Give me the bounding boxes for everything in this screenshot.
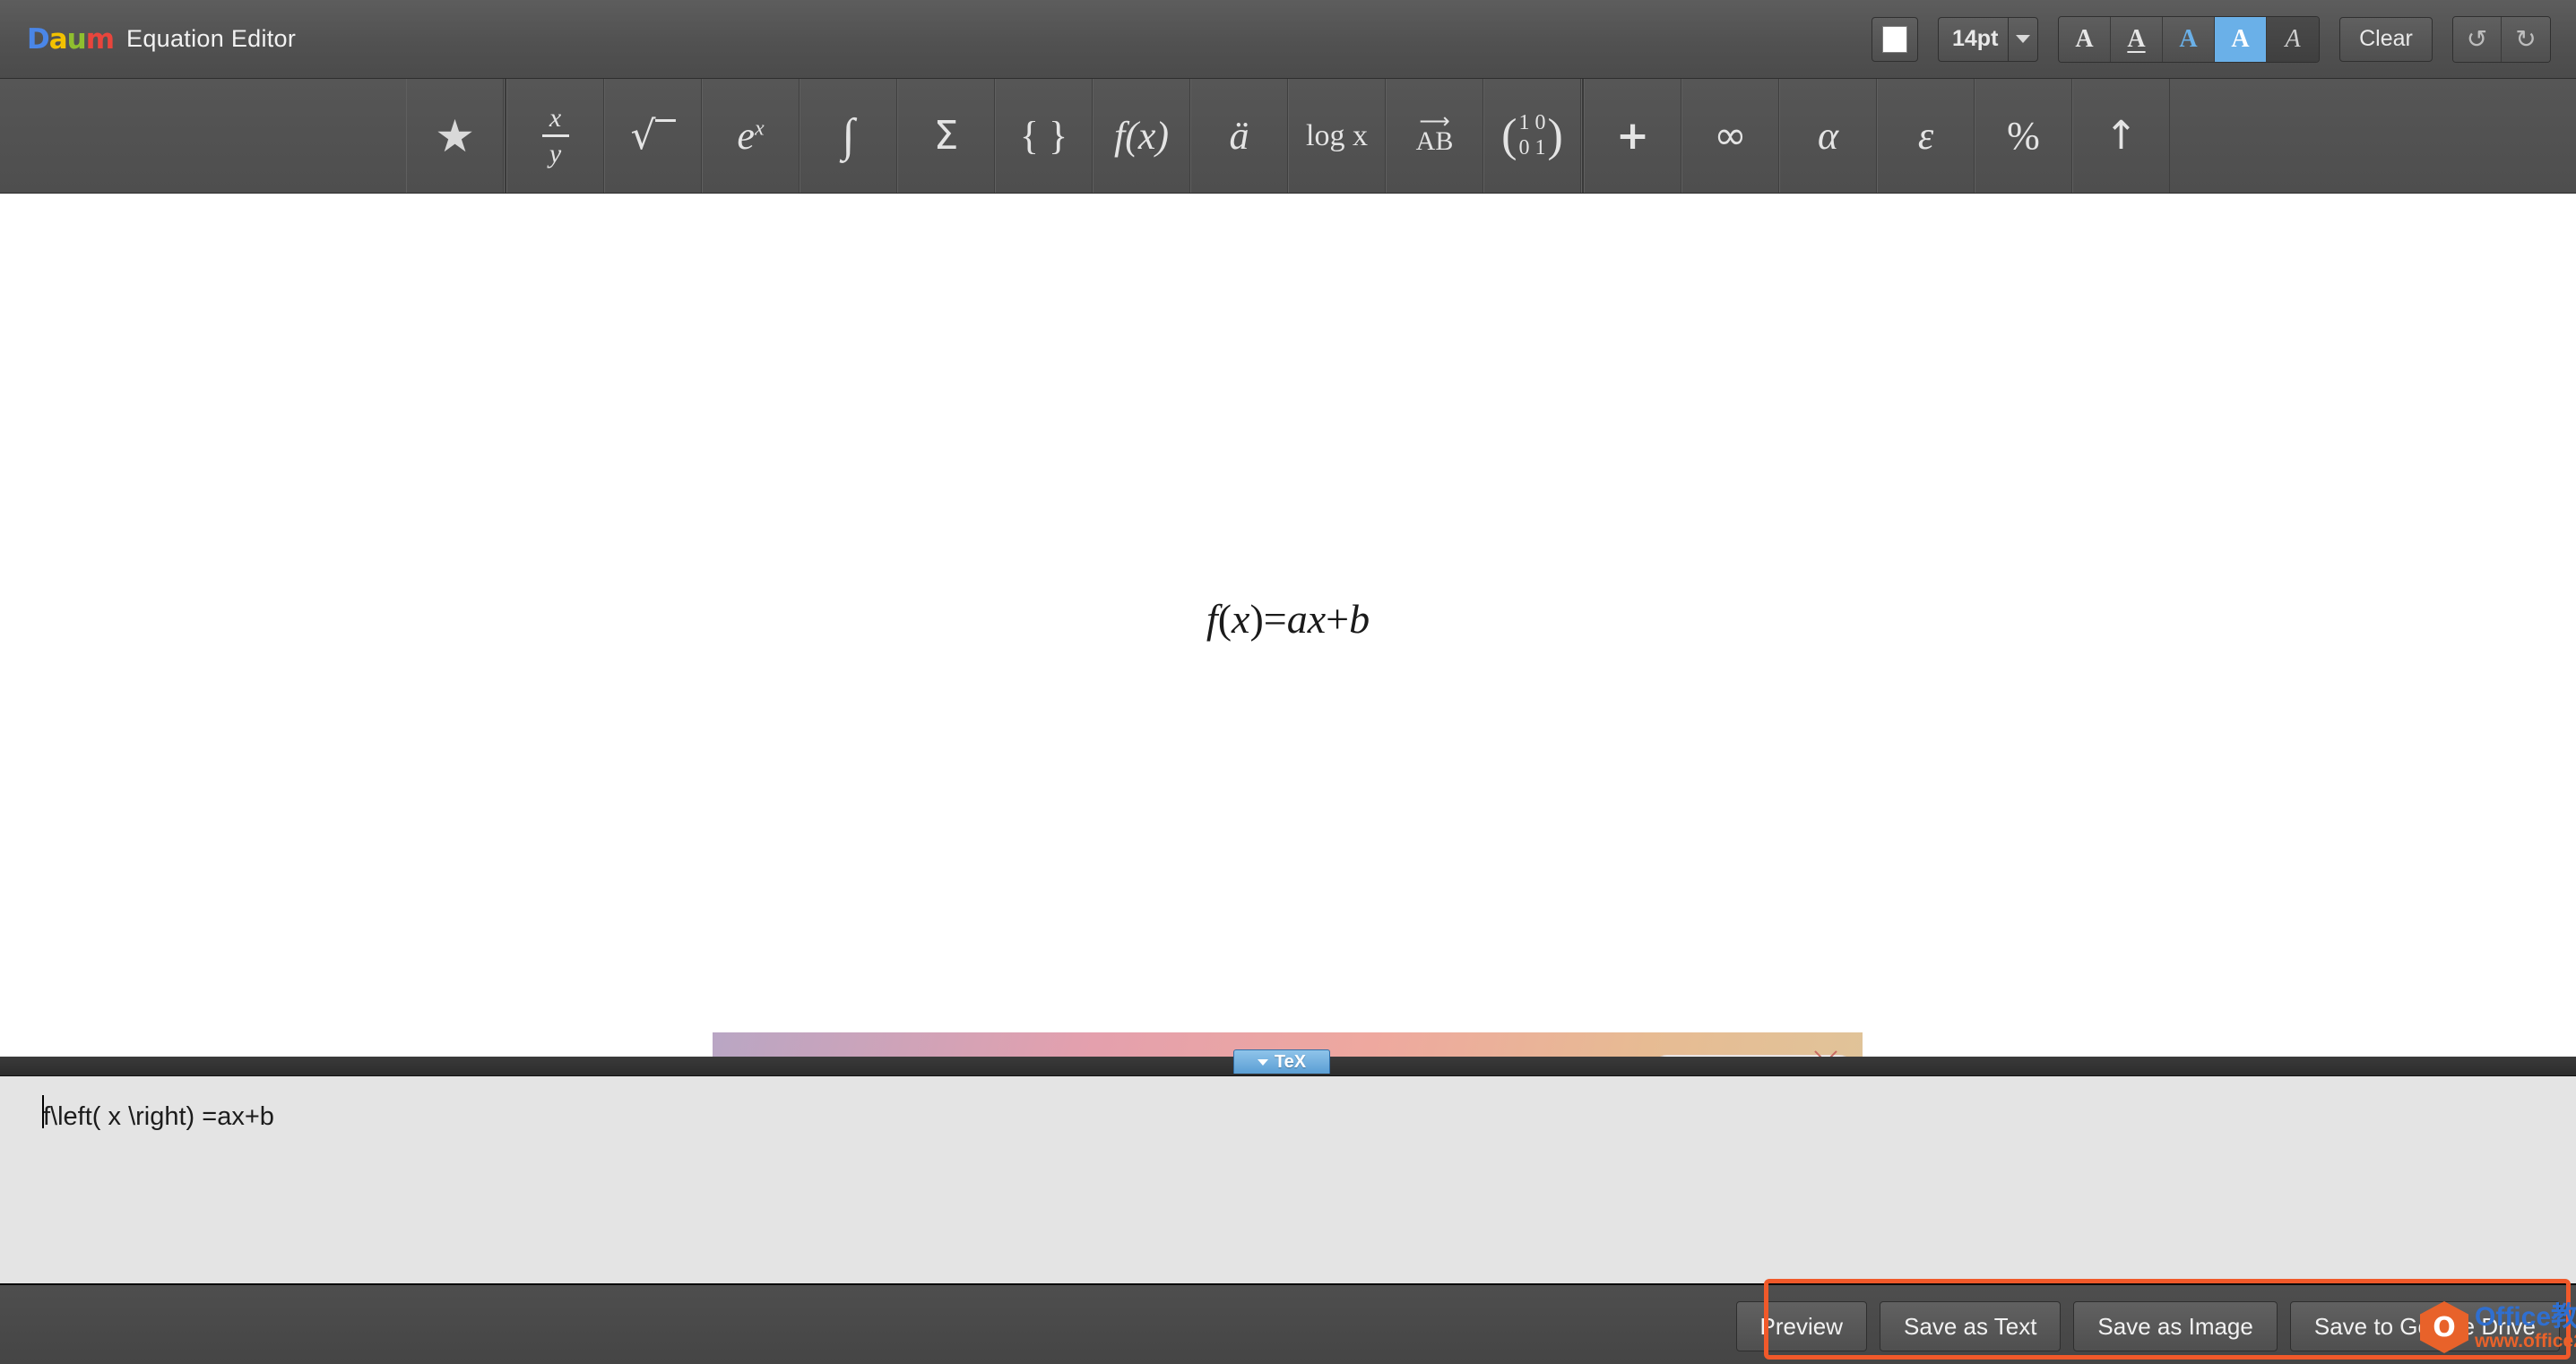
- palette-item-braces[interactable]: { }: [995, 79, 1093, 193]
- undo-icon[interactable]: ↺: [2453, 16, 2502, 62]
- equation-equals: =: [1263, 596, 1287, 642]
- footer-action-buttons: Preview Save as Text Save as Image Save …: [1735, 1301, 2560, 1351]
- fraction-denominator: y: [549, 139, 562, 168]
- matrix-icon: ( 1 0 0 1 ): [1501, 109, 1563, 162]
- chevron-down-icon: [2016, 35, 2030, 43]
- palette-item-vector[interactable]: ⟶ AB: [1386, 79, 1483, 193]
- app-header: D a u m Equation Editor 14pt A A A A A C…: [0, 0, 2576, 79]
- palette-item-fraction[interactable]: x y: [506, 79, 604, 193]
- summation-icon: Σ: [933, 113, 959, 159]
- logo-letter-m: m: [85, 22, 115, 56]
- matrix-rows: 1 0 0 1: [1519, 111, 1546, 160]
- star-icon: ★: [435, 109, 475, 162]
- palette-item-function[interactable]: f(x): [1093, 79, 1190, 193]
- save-as-text-button[interactable]: Save as Text: [1880, 1301, 2062, 1351]
- page-title: Equation Editor: [126, 25, 297, 52]
- infinity-icon: ∞: [1714, 113, 1747, 159]
- function-icon: f(x): [1113, 114, 1170, 158]
- vector-label: AB: [1415, 125, 1454, 156]
- exponent-superscript: x: [754, 117, 765, 141]
- app-footer: Preview Save as Text Save as Image Save …: [0, 1283, 2576, 1364]
- save-to-google-drive-button[interactable]: Save to Google Drive: [2289, 1301, 2560, 1351]
- text-format-group: A A A A A: [2058, 15, 2320, 63]
- matrix-row-1: 1 0: [1518, 110, 1546, 134]
- braces-icon: { }: [1019, 114, 1068, 158]
- palette-item-accent[interactable]: ä: [1190, 79, 1288, 193]
- palette-item-exponent[interactable]: ex: [702, 79, 800, 193]
- equation-x2: x: [1307, 596, 1327, 642]
- tab-tex-label: TeX: [1274, 1051, 1307, 1072]
- palette-item-epsilon[interactable]: ε: [1877, 79, 1975, 193]
- underline-button[interactable]: A: [2111, 16, 2163, 62]
- palette-item-square-root[interactable]: √‾: [604, 79, 702, 193]
- text-cursor: [42, 1095, 44, 1128]
- font-color-button[interactable]: A: [2163, 16, 2215, 62]
- palette-item-plus[interactable]: +: [1584, 79, 1681, 193]
- percent-icon: %: [2007, 114, 2040, 158]
- equation-f: f: [1206, 596, 1218, 642]
- tab-tex[interactable]: TeX: [1233, 1049, 1330, 1074]
- palette-item-summation[interactable]: Σ: [897, 79, 995, 193]
- matrix-paren-right: ): [1547, 110, 1563, 161]
- logo-letter-d: D: [27, 22, 50, 56]
- palette-item-arrow-up[interactable]: ↑: [2072, 79, 2170, 193]
- exponent-base: e: [737, 114, 755, 158]
- font-size-value[interactable]: 14pt: [1938, 16, 2008, 62]
- logarithm-icon: log x: [1306, 118, 1368, 152]
- preview-button[interactable]: Preview: [1735, 1301, 1868, 1351]
- fraction-bar: [541, 134, 569, 137]
- matrix-paren-left: (: [1501, 110, 1517, 161]
- equation-b: b: [1349, 596, 1370, 642]
- equation-paren-open: (: [1217, 596, 1232, 642]
- italic-button[interactable]: A: [2267, 16, 2319, 62]
- save-as-image-button[interactable]: Save as Image: [2073, 1301, 2278, 1351]
- equation-editor-app: D a u m Equation Editor 14pt A A A A A C…: [0, 0, 2576, 1364]
- symbol-palette: ★ x y √‾ ex ∫ Σ { } f(x) ä log x ⟶ AB (…: [0, 79, 2576, 194]
- font-size-control[interactable]: 14pt: [1938, 16, 2038, 62]
- palette-item-percent[interactable]: %: [1975, 79, 2072, 193]
- tex-input[interactable]: [43, 1099, 2517, 1135]
- palette-item-infinity[interactable]: ∞: [1681, 79, 1779, 193]
- logo-letter-u: u: [66, 22, 87, 56]
- daum-logo: D a u m: [27, 22, 115, 56]
- epsilon-icon: ε: [1917, 114, 1934, 158]
- plus-icon: +: [1616, 113, 1649, 159]
- vector-arrow: ⟶: [1419, 108, 1450, 134]
- chevron-down-icon: [1257, 1058, 1268, 1066]
- integral-icon: ∫: [842, 110, 855, 161]
- square-root-icon: √‾: [630, 113, 676, 159]
- tex-input-area[interactable]: [0, 1076, 2576, 1283]
- text-color-button[interactable]: [1871, 16, 1918, 62]
- equation-a: a: [1286, 596, 1308, 642]
- matrix-row-2: 0 1: [1518, 135, 1546, 160]
- history-group: ↺ ↻: [2452, 15, 2551, 63]
- header-toolbar: 14pt A A A A A Clear ↺ ↻: [1871, 15, 2551, 63]
- vector-icon: ⟶ AB: [1415, 108, 1454, 157]
- palette-item-integral[interactable]: ∫: [800, 79, 897, 193]
- fraction-numerator: x: [549, 102, 562, 133]
- equation-x: x: [1232, 596, 1250, 642]
- brand: D a u m Equation Editor: [27, 23, 296, 56]
- palette-favorites-button[interactable]: ★: [406, 79, 504, 193]
- redo-icon[interactable]: ↻: [2502, 16, 2550, 62]
- color-swatch-icon: [1882, 25, 1907, 53]
- equation-plus: +: [1326, 596, 1350, 642]
- equation-canvas[interactable]: f(x)=ax+b SolGroup needs to organize a g…: [0, 194, 2576, 1224]
- arrow-up-icon: ↑: [2105, 113, 2138, 159]
- palette-item-alpha[interactable]: α: [1779, 79, 1877, 193]
- fraction-icon: x y: [541, 102, 569, 168]
- clear-button[interactable]: Clear: [2339, 16, 2433, 62]
- highlight-button[interactable]: A: [2215, 16, 2267, 62]
- logo-letter-a: a: [48, 22, 68, 56]
- palette-item-matrix[interactable]: ( 1 0 0 1 ): [1483, 79, 1581, 193]
- equation-paren-close: ): [1249, 596, 1264, 642]
- accent-icon: ä: [1229, 114, 1249, 158]
- alpha-icon: α: [1817, 114, 1839, 158]
- rendered-equation: f(x)=ax+b: [0, 595, 2576, 643]
- exponent-icon: ex: [737, 113, 764, 159]
- palette-item-logarithm[interactable]: log x: [1288, 79, 1386, 193]
- font-size-dropdown-button[interactable]: [2008, 16, 2038, 62]
- bold-button[interactable]: A: [2059, 16, 2111, 62]
